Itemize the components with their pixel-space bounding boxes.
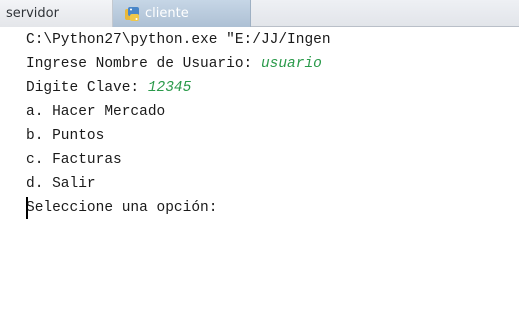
menu-item: d. Salir (26, 176, 96, 192)
password-value: 12345 (147, 80, 192, 96)
menu-item: a. Hacer Mercado (26, 104, 166, 120)
command-line: C:\Python27\python.exe "E:/JJ/Ingen (26, 32, 331, 48)
text-cursor (26, 197, 28, 219)
tab-servidor[interactable]: servidor (0, 0, 113, 27)
menu-item: b. Puntos (26, 128, 105, 144)
python-file-icon (123, 5, 141, 23)
tab-cliente-label: cliente (145, 6, 189, 21)
console-output[interactable]: C:\Python27\python.exe "E:/JJ/Ingen Ingr… (0, 27, 519, 320)
password-line: Digite Clave: 12345 (26, 77, 191, 100)
selection-prompt: Seleccione una opción: (26, 200, 218, 216)
password-prompt: Digite Clave: (26, 80, 148, 96)
run-tab-bar: servidor cliente (0, 0, 519, 27)
tab-cliente[interactable]: cliente (113, 0, 251, 27)
username-value: usuario (260, 56, 322, 72)
username-prompt: Ingrese Nombre de Usuario: (26, 56, 261, 72)
menu-item: c. Facturas (26, 152, 122, 168)
username-line: Ingrese Nombre de Usuario: usuario (26, 53, 322, 76)
tab-servidor-label: servidor (6, 6, 59, 21)
